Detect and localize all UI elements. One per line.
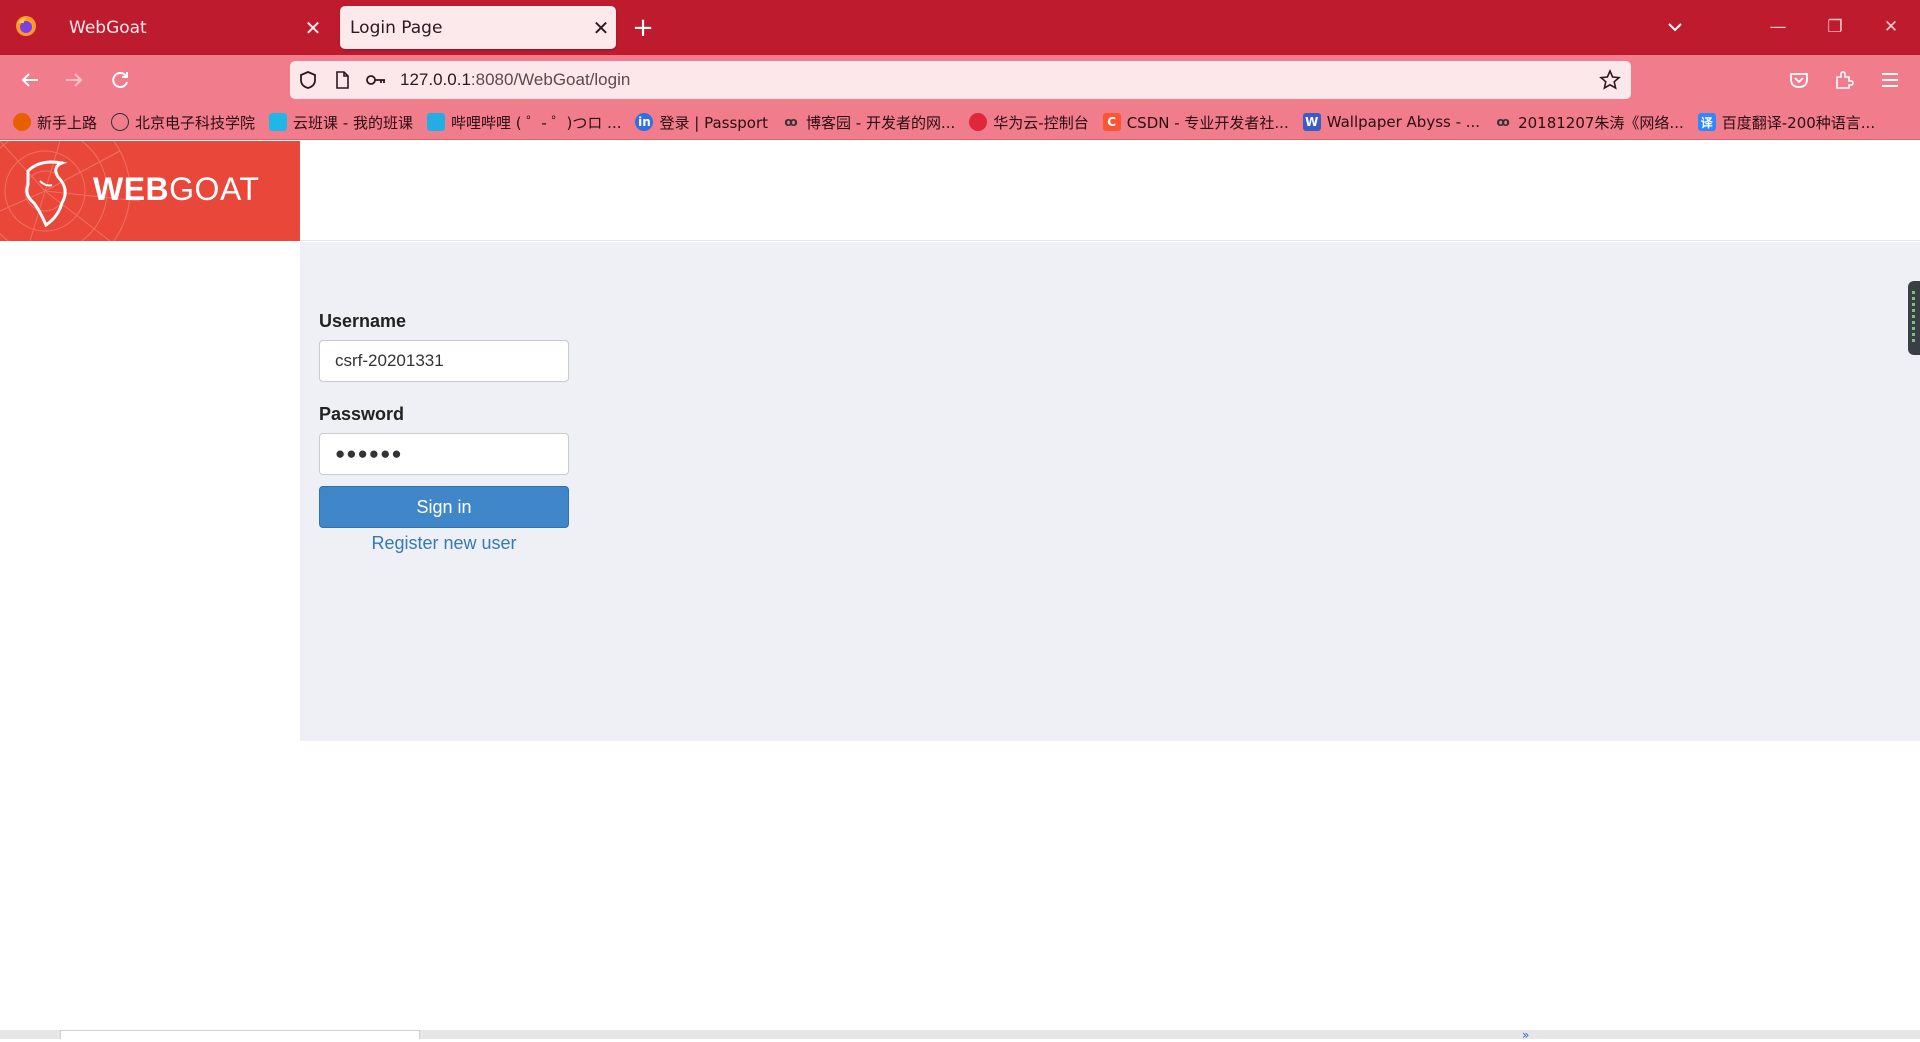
tab-strip: WebGoat ✕ Login Page ✕ + — ❐ ✕ <box>0 0 1920 55</box>
restore-icon[interactable]: ❐ <box>1815 10 1855 44</box>
password-label: Password <box>319 404 405 424</box>
cnblogs-icon: ꝏ <box>784 115 798 129</box>
key-icon[interactable] <box>364 68 388 92</box>
pocket-icon[interactable] <box>1781 62 1817 98</box>
tab-login-page[interactable]: Login Page ✕ <box>340 6 616 49</box>
back-arrow-icon[interactable] <box>12 62 48 98</box>
bookmark-label: 新手上路 <box>37 113 98 132</box>
username-input[interactable]: csrf-20201331 <box>319 340 569 382</box>
minimize-icon[interactable]: — <box>1758 10 1798 44</box>
bookmark-item[interactable]: 华为云-控制台 <box>969 112 1089 133</box>
brand-light: GOAT <box>169 171 260 207</box>
bookmark-item[interactable]: 哔哩哔哩 ( ゜- ゜)つロ ... <box>426 112 622 133</box>
huawei-icon <box>969 113 988 131</box>
bookmark-item[interactable]: ꝏ 20181207朱涛《网络... <box>1494 112 1684 133</box>
globe-icon <box>111 113 130 131</box>
url-bar[interactable]: 127.0.0.1:8080/WebGoat/login <box>290 61 1631 99</box>
brand-wordmark: WEBGOAT <box>93 171 259 208</box>
url-path: :8080/WebGoat/login <box>470 70 631 89</box>
bookmark-label: 云班课 - 我的班课 <box>293 113 413 132</box>
register-new-user-link[interactable]: Register new user <box>319 533 569 554</box>
bookmark-label: 百度翻译-200种语言... <box>1721 113 1876 132</box>
passport-icon: in <box>635 113 654 131</box>
close-tab-icon[interactable]: ✕ <box>298 13 328 43</box>
bookmark-star-icon[interactable] <box>1598 68 1622 92</box>
bookmark-item[interactable]: C CSDN - 专业开发者社... <box>1102 112 1289 133</box>
bookmarks-toolbar: 新手上路 北京电子科技学院 云班课 - 我的班课 哔哩哔哩 ( ゜- ゜)つロ … <box>0 105 1920 140</box>
bookmark-item[interactable]: 云班课 - 我的班课 <box>269 112 413 133</box>
url-host: 127.0.0.1 <box>400 70 471 89</box>
cnblogs-icon: ꝏ <box>1496 115 1510 129</box>
password-input[interactable]: ●●●●●● <box>319 433 569 475</box>
webpage: WEBGOAT Username csrf-20201331 Password … <box>0 141 1920 1039</box>
bookmark-label: CSDN - 专业开发者社... <box>1126 113 1289 132</box>
hamburger-menu-icon[interactable] <box>1872 62 1908 98</box>
csdn-icon: C <box>1102 113 1121 131</box>
brand-bold: WEB <box>93 171 170 207</box>
page-header <box>300 141 1920 241</box>
bookmark-label: Wallpaper Abyss - ... <box>1326 113 1481 131</box>
bookmark-label: 北京电子科技学院 <box>135 113 256 132</box>
bookmark-item[interactable]: in 登录 | Passport <box>635 112 768 133</box>
firefox-logo-icon <box>15 15 37 37</box>
extensions-puzzle-icon[interactable] <box>1826 62 1862 98</box>
bottom-window-tab <box>60 1030 420 1039</box>
webgoat-brand[interactable]: WEBGOAT <box>0 141 300 241</box>
forward-arrow-icon[interactable] <box>56 62 92 98</box>
list-tabs-chevron-down-icon[interactable] <box>1658 13 1692 43</box>
bookmark-item[interactable]: 新手上路 <box>13 112 97 133</box>
translate-icon: 译 <box>1697 113 1716 131</box>
bookmark-item[interactable]: 北京电子科技学院 <box>111 112 255 133</box>
tab-label: Login Page <box>350 17 443 38</box>
wallpaper-icon: W <box>1302 113 1321 131</box>
page-icon[interactable] <box>330 68 354 92</box>
double-chevron-icon: » <box>1522 1028 1530 1042</box>
navigation-toolbar: 127.0.0.1:8080/WebGoat/login <box>0 55 1920 105</box>
tab-webgoat[interactable]: WebGoat ✕ <box>53 6 328 49</box>
bookmark-label: 20181207朱涛《网络... <box>1518 113 1684 132</box>
bookmark-label: 哔哩哔哩 ( ゜- ゜)つロ ... <box>450 113 622 132</box>
sidebar-handle[interactable] <box>1908 281 1920 355</box>
shield-icon[interactable] <box>296 68 320 92</box>
close-tab-icon[interactable]: ✕ <box>586 13 616 43</box>
reload-icon[interactable] <box>102 62 138 98</box>
cloud-icon <box>269 113 288 131</box>
username-label: Username <box>319 311 407 331</box>
new-tab-plus-icon[interactable]: + <box>627 12 659 44</box>
sign-in-button[interactable]: Sign in <box>319 486 569 528</box>
bookmark-label: 登录 | Passport <box>659 113 769 132</box>
bookmark-item[interactable]: W Wallpaper Abyss - ... <box>1302 113 1481 131</box>
tv-icon <box>426 113 445 131</box>
tab-label: WebGoat <box>69 17 147 38</box>
bookmark-label: 华为云-控制台 <box>993 113 1089 132</box>
url-text[interactable]: 127.0.0.1:8080/WebGoat/login <box>400 70 630 90</box>
firefox-icon <box>13 113 31 131</box>
close-window-icon[interactable]: ✕ <box>1871 10 1911 44</box>
bookmark-label: 博客园 - 开发者的网... <box>806 113 956 132</box>
bookmark-item[interactable]: ꝏ 博客园 - 开发者的网... <box>782 112 955 133</box>
bookmark-item[interactable]: 译百度翻译-200种语言... <box>1697 112 1876 133</box>
